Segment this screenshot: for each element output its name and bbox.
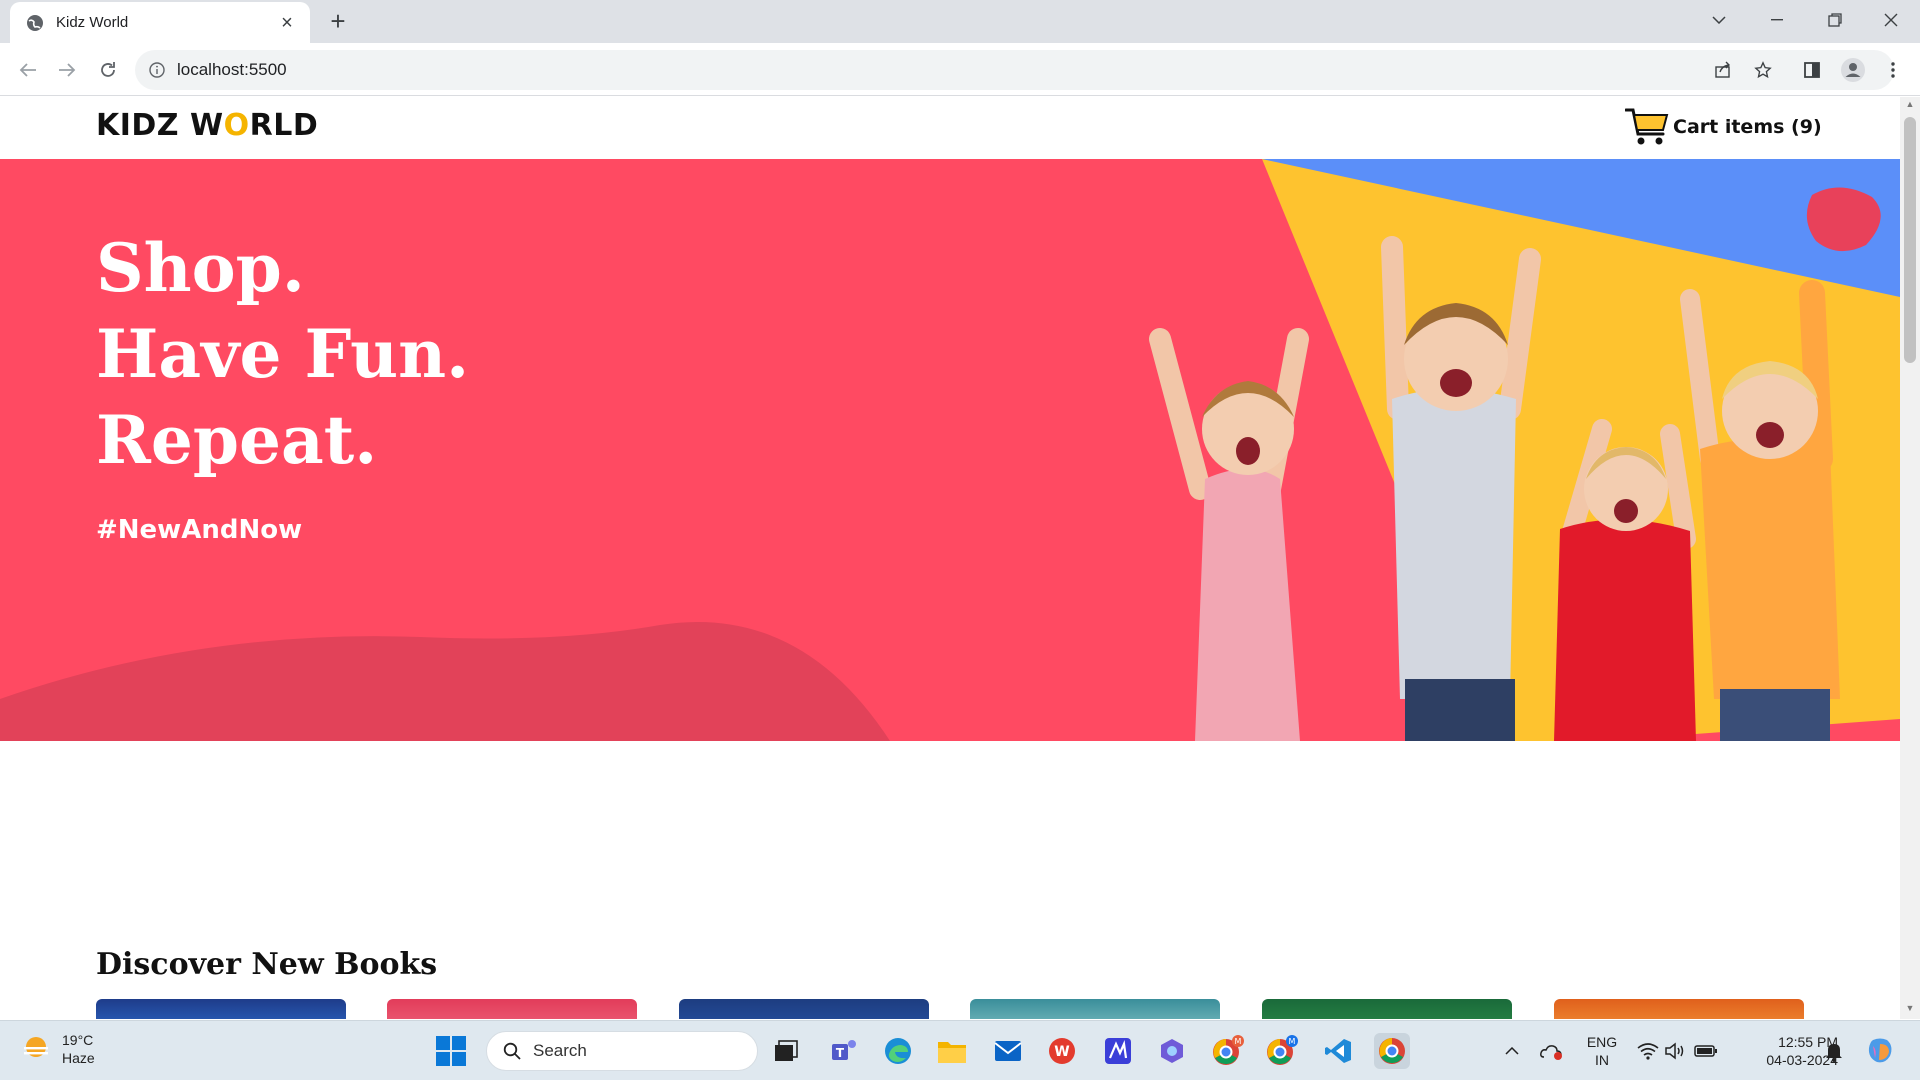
- chrome-menu-icon[interactable]: [1878, 55, 1908, 85]
- minimize-button[interactable]: [1748, 0, 1806, 40]
- forward-arrow-icon[interactable]: [52, 55, 82, 85]
- weather-temperature: 19°C: [62, 1032, 94, 1048]
- tab-title: Kidz World: [56, 14, 129, 31]
- search-icon: [503, 1042, 521, 1060]
- close-window-button[interactable]: [1862, 0, 1920, 40]
- weather-widget[interactable]: 19°C Haze: [20, 1031, 95, 1067]
- svg-text:M: M: [1235, 1037, 1242, 1046]
- page-scrollbar[interactable]: ▲ ▼: [1900, 97, 1920, 1019]
- svg-text:M: M: [1289, 1037, 1296, 1046]
- url-text: localhost:5500: [177, 60, 287, 79]
- file-explorer-icon[interactable]: [934, 1033, 970, 1069]
- site-logo[interactable]: KIDZ WORLD: [96, 108, 318, 143]
- cart-button[interactable]: Cart items (9): [1625, 107, 1822, 147]
- site-header: KIDZ WORLD Cart items (9): [0, 97, 1900, 159]
- hero-hashtag: #NewAndNow: [96, 515, 303, 545]
- copilot-icon[interactable]: [1154, 1033, 1190, 1069]
- chrome-profile-m-icon[interactable]: M: [1210, 1033, 1246, 1069]
- wps-office-icon[interactable]: W: [1044, 1033, 1080, 1069]
- kids-cheering-illustration: [1149, 236, 1840, 741]
- bookmark-star-icon[interactable]: [1748, 55, 1778, 85]
- mail-icon[interactable]: [990, 1033, 1026, 1069]
- vscode-icon[interactable]: [1320, 1033, 1356, 1069]
- web-page: KIDZ WORLD Cart items (9) Shop. Have Fun…: [0, 97, 1920, 1019]
- book-cover[interactable]: [970, 999, 1220, 1019]
- hero-banner: Shop. Have Fun. Repeat. #NewAndNow: [0, 159, 1900, 741]
- share-icon[interactable]: [1708, 55, 1738, 85]
- reload-icon[interactable]: [93, 55, 123, 85]
- scrollbar-thumb[interactable]: [1904, 117, 1916, 363]
- scroll-up-icon[interactable]: ▲: [1905, 99, 1915, 111]
- battery-icon[interactable]: [1688, 1033, 1724, 1069]
- haze-weather-icon: [24, 1037, 48, 1057]
- cart-items-label: Cart items (9): [1673, 116, 1822, 138]
- language-indicator[interactable]: ENG IN: [1580, 1033, 1624, 1069]
- discover-section-heading: Discover New Books: [96, 947, 438, 982]
- side-panel-icon[interactable]: [1797, 55, 1827, 85]
- globe-icon: [27, 14, 43, 31]
- taskbar-search[interactable]: Search: [486, 1031, 758, 1071]
- weather-condition: Haze: [62, 1050, 95, 1066]
- tab-search-dropdown-icon[interactable]: [1690, 0, 1748, 40]
- back-arrow-icon[interactable]: [13, 55, 43, 85]
- windows-start-icon[interactable]: [436, 1036, 466, 1071]
- shopping-cart-icon: [1625, 108, 1669, 145]
- new-tab-button[interactable]: +: [324, 8, 352, 36]
- profile-avatar-icon[interactable]: [1838, 55, 1868, 85]
- address-bar[interactable]: localhost:5500: [135, 50, 1894, 90]
- svg-text:T: T: [836, 1046, 845, 1060]
- browser-tab-strip: Kidz World × +: [0, 0, 1920, 43]
- scroll-down-icon[interactable]: ▼: [1905, 1003, 1915, 1015]
- teams-icon[interactable]: T: [826, 1033, 862, 1069]
- task-view-icon[interactable]: [768, 1033, 804, 1069]
- browser-tab[interactable]: Kidz World ×: [10, 2, 310, 43]
- book-cover[interactable]: [1554, 999, 1804, 1019]
- onedrive-error-icon[interactable]: [1534, 1033, 1570, 1069]
- notifications-bell-icon[interactable]: [1816, 1033, 1852, 1069]
- svg-text:W: W: [1054, 1044, 1069, 1060]
- restore-button[interactable]: [1806, 0, 1864, 40]
- tab-close-icon[interactable]: ×: [276, 12, 298, 34]
- browser-toolbar: localhost:5500: [0, 43, 1920, 96]
- windows-taskbar: 19°C Haze Search T W M M ENG IN 12:55 PM…: [0, 1020, 1920, 1080]
- hero-headline-line3: Repeat.: [96, 401, 378, 479]
- book-cover[interactable]: [96, 999, 346, 1019]
- copilot-preview-icon[interactable]: [1862, 1033, 1898, 1069]
- site-info-icon[interactable]: [149, 62, 165, 78]
- chrome-profile-m2-icon[interactable]: M: [1264, 1033, 1300, 1069]
- edge-browser-icon[interactable]: [880, 1033, 916, 1069]
- book-cover[interactable]: [679, 999, 929, 1019]
- hero-headline-line1: Shop.: [96, 229, 305, 307]
- ai-app-icon[interactable]: [1100, 1033, 1136, 1069]
- hero-headline-line2: Have Fun.: [96, 315, 470, 393]
- search-placeholder: Search: [533, 1041, 587, 1060]
- show-hidden-icons-chevron-icon[interactable]: [1494, 1033, 1530, 1069]
- book-cover[interactable]: [1262, 999, 1512, 1019]
- book-cover[interactable]: [387, 999, 637, 1019]
- chrome-active-icon[interactable]: [1374, 1033, 1410, 1069]
